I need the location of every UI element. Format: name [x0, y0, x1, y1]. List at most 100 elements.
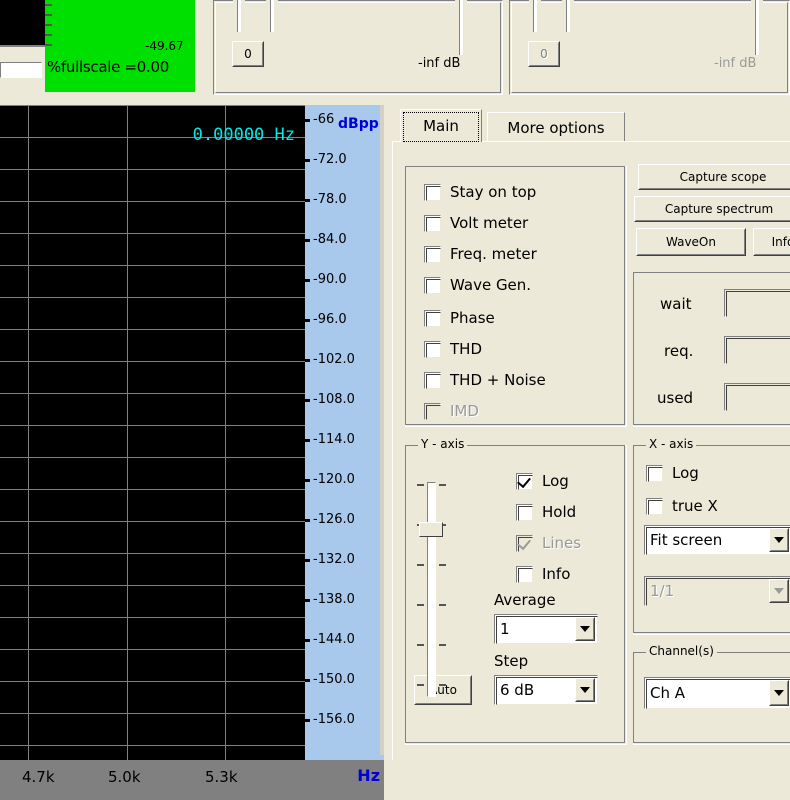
y-tick-label: -150.0	[313, 672, 355, 687]
ch-a-slider-3[interactable]	[455, 0, 467, 55]
y-tick-label: -72.0	[313, 152, 347, 167]
waveon-button[interactable]: WaveOn	[636, 228, 746, 256]
checkbox-y-info[interactable]	[516, 565, 533, 583]
x-fit-dropdown[interactable]: Fit screen	[644, 525, 790, 555]
checkbox-stay-on-top[interactable]	[424, 183, 441, 201]
options-group: Stay on top Volt meter Freq. meter Wave …	[405, 166, 627, 427]
x-tick-label: 4.7k	[22, 768, 55, 786]
y-info-option[interactable]: Info	[516, 561, 570, 587]
capture-scope-button[interactable]: Capture scope	[638, 164, 790, 190]
checkbox-volt-meter[interactable]	[424, 214, 441, 232]
checkbox-y-log[interactable]	[516, 472, 533, 490]
y-tick-label: -78.0	[313, 192, 347, 207]
option-stay-on-top[interactable]: Stay on top	[424, 179, 536, 205]
y-range-slider[interactable]	[417, 482, 446, 697]
checkbox-thd-noise[interactable]	[424, 371, 441, 389]
option-phase[interactable]: Phase	[424, 305, 495, 331]
y-tick-label: -114.0	[313, 432, 355, 447]
option-label: true X	[672, 497, 718, 515]
option-volt-meter[interactable]: Volt meter	[424, 210, 528, 236]
small-text-field[interactable]	[0, 62, 42, 78]
y-tick-label: -96.0	[313, 312, 347, 327]
ch-b-zero-button[interactable]: 0	[528, 41, 560, 67]
capture-spectrum-button[interactable]: Capture spectrum	[634, 196, 790, 222]
x-fit-value: Fit screen	[650, 531, 723, 549]
used-label: used	[657, 389, 694, 407]
option-imd: IMD	[424, 398, 479, 424]
checkbox-x-log[interactable]	[646, 464, 663, 482]
y-tick-label: -120.0	[313, 472, 355, 487]
y-lines-option: Lines	[516, 530, 581, 556]
req-field[interactable]	[724, 336, 790, 364]
option-label: Phase	[450, 309, 495, 327]
x-axis-blue-corner	[305, 755, 384, 760]
checkbox-y-hold[interactable]	[516, 503, 533, 521]
wait-field[interactable]	[724, 289, 790, 317]
graph-right-edge	[380, 105, 384, 760]
option-freq-meter[interactable]: Freq. meter	[424, 241, 537, 267]
chevron-down-icon[interactable]	[575, 617, 595, 641]
x-true-option[interactable]: true X	[646, 493, 718, 519]
channel-value: Ch A	[650, 684, 686, 702]
tab-main[interactable]: Main	[400, 109, 482, 142]
ch-b-slider-1[interactable]	[529, 0, 541, 32]
ch-b-slider-3[interactable]	[751, 0, 763, 55]
checkbox-wave-gen[interactable]	[424, 276, 441, 294]
option-wave-gen[interactable]: Wave Gen.	[424, 272, 531, 298]
tab-strip: Main More options	[392, 109, 790, 144]
step-dropdown[interactable]: 6 dB	[494, 675, 598, 705]
average-dropdown[interactable]: 1	[494, 614, 598, 644]
option-label: THD	[450, 340, 482, 358]
chevron-down-icon[interactable]	[769, 528, 789, 552]
ch-a-slider-2[interactable]	[266, 0, 278, 32]
chevron-down-icon	[769, 579, 789, 603]
y-tick-label: -102.0	[313, 352, 355, 367]
x-tick-label: 5.3k	[205, 768, 238, 786]
option-label: IMD	[450, 402, 479, 420]
y-log-option[interactable]: Log	[516, 468, 569, 494]
ch-a-zero-button[interactable]: 0	[232, 41, 264, 67]
option-label: Log	[542, 472, 569, 490]
ch-a-slider-1[interactable]	[233, 0, 245, 32]
option-label: Freq. meter	[450, 245, 537, 263]
slider-thumb[interactable]	[419, 522, 443, 537]
checkbox-true-x[interactable]	[646, 497, 663, 515]
tab-more-options[interactable]: More options	[487, 112, 625, 142]
x-log-option[interactable]: Log	[646, 460, 699, 486]
checkbox-thd[interactable]	[424, 340, 441, 358]
req-label: req.	[664, 342, 694, 360]
info-button[interactable]: Info	[753, 228, 790, 256]
chevron-down-icon[interactable]	[769, 680, 789, 706]
average-value: 1	[500, 620, 510, 638]
channels-group: Channel(s) Ch A	[633, 644, 790, 745]
checkbox-imd	[424, 402, 441, 420]
top-meters-strip: -49.67 %fullscale =0.00 0 -inf dB 0 -inf…	[0, 0, 790, 97]
step-value: 6 dB	[500, 681, 535, 699]
channel-b-level-panel: 0 -inf dB	[509, 0, 790, 95]
spectrum-plot-area[interactable]: 0.00000 Hz	[0, 105, 305, 760]
ch-b-db-readout: -inf dB	[714, 56, 757, 71]
level-meter-green-panel: -49.67 %fullscale =0.00	[45, 0, 195, 92]
y-tick-label: -108.0	[313, 392, 355, 407]
option-label: Wave Gen.	[450, 276, 532, 294]
x-axis-unit-label: Hz	[357, 766, 380, 785]
wait-label: wait	[660, 295, 692, 313]
used-field[interactable]	[724, 383, 790, 411]
checkbox-phase[interactable]	[424, 309, 441, 327]
x-axis-group: X - axis Log true X Fit screen 1/1	[633, 437, 790, 635]
checkbox-y-lines	[516, 534, 533, 552]
frequency-readout: 0.00000 Hz	[192, 125, 295, 145]
checkbox-freq-meter[interactable]	[424, 245, 441, 263]
option-thd-noise[interactable]: THD + Noise	[424, 367, 546, 393]
tab-panel-main: Stay on top Volt meter Freq. meter Wave …	[392, 141, 790, 760]
y-hold-option[interactable]: Hold	[516, 499, 576, 525]
spectrum-graph[interactable]: 0.00000 Hz dBpp -66 -72.0 -78.0 -84.0 -9…	[0, 105, 384, 760]
buffers-group: wait req. used	[633, 272, 790, 427]
y-tick-label: -84.0	[313, 232, 347, 247]
option-thd[interactable]: THD	[424, 336, 482, 362]
channel-dropdown[interactable]: Ch A	[644, 677, 790, 709]
chevron-down-icon[interactable]	[575, 678, 595, 702]
x-axis-group-title: X - axis	[646, 437, 697, 451]
y-axis: dBpp -66 -72.0 -78.0 -84.0 -90.0 -96.0 -…	[305, 105, 380, 760]
ch-b-slider-2[interactable]	[562, 0, 574, 32]
